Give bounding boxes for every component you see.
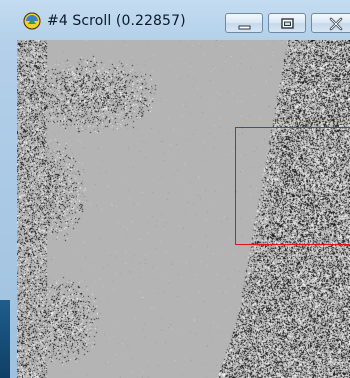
maximize-icon xyxy=(281,18,294,29)
window-title: #4 Scroll (0.22857) xyxy=(47,13,186,29)
image-content xyxy=(17,40,350,378)
close-icon xyxy=(329,17,343,31)
desktop-background xyxy=(0,300,10,378)
maximize-button[interactable] xyxy=(268,13,306,33)
close-button[interactable] xyxy=(311,13,350,33)
window-titlebar[interactable]: #4 Scroll (0.22857) xyxy=(0,0,350,40)
minimize-button[interactable] xyxy=(225,13,263,33)
imagej-icon xyxy=(23,12,41,30)
image-window: #4 Scroll (0.22857) xyxy=(0,0,350,378)
minimize-icon xyxy=(238,25,251,30)
image-canvas[interactable] xyxy=(17,40,350,378)
